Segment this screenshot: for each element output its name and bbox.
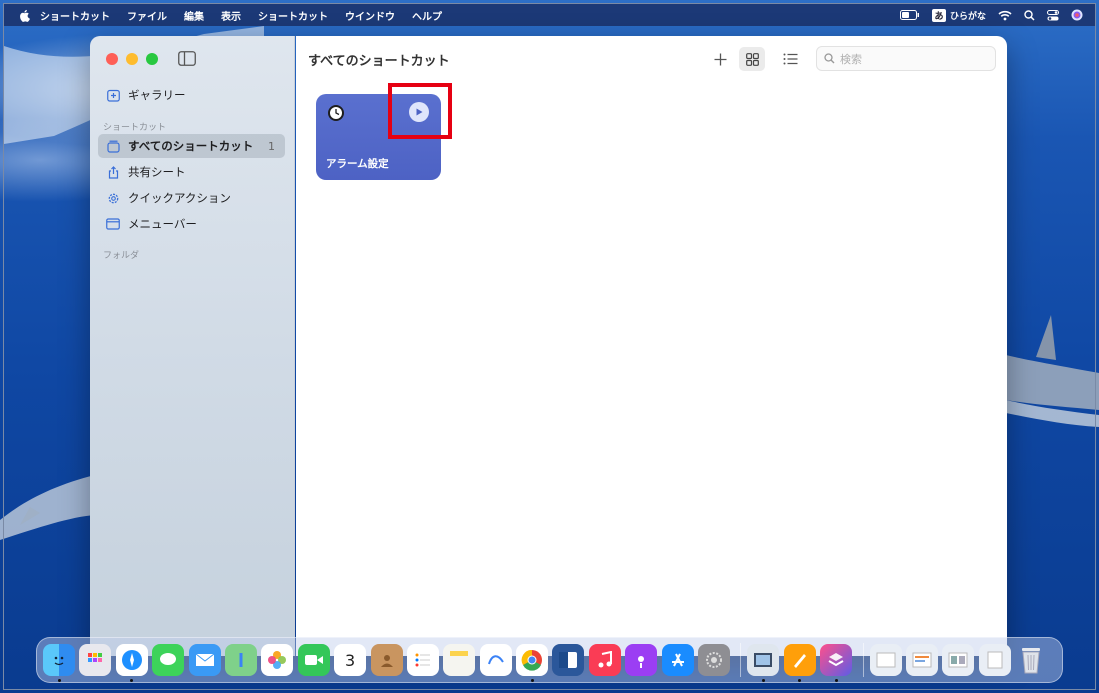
grid-view-button[interactable]: [739, 47, 765, 71]
share-icon: [106, 165, 120, 179]
dock: 3: [36, 637, 1063, 683]
menu-shortcuts[interactable]: ショートカット: [258, 8, 328, 23]
sidebar-toggle-icon[interactable]: [178, 51, 196, 66]
search-icon: [824, 53, 835, 64]
shortcut-count: 1: [268, 139, 275, 153]
running-indicator: [798, 679, 802, 682]
running-indicator: [57, 679, 61, 682]
menu-edit[interactable]: 編集: [184, 8, 204, 23]
dock-separator: [740, 643, 742, 677]
sidebar-item-label: クイックアクション: [128, 191, 231, 205]
dolphin-left-image: [0, 475, 95, 540]
dock-notes-icon[interactable]: [443, 644, 476, 676]
menu-app-name[interactable]: ショートカット: [40, 8, 110, 23]
apple-menu-icon[interactable]: [16, 7, 32, 23]
sidebar-item-label: 共有シート: [128, 165, 186, 179]
search-placeholder: 検索: [840, 52, 862, 66]
sidebar-item-label: ギャラリー: [128, 88, 186, 102]
dock-stack-4-icon[interactable]: [978, 644, 1011, 676]
dock-pages-icon[interactable]: [783, 644, 816, 682]
section-header-folders: フォルダ: [103, 251, 140, 261]
zoom-window-button[interactable]: [146, 53, 158, 65]
gear-icon: [106, 191, 120, 205]
shortcut-title: アラーム設定: [326, 158, 389, 170]
running-indicator: [530, 679, 534, 682]
menu-view[interactable]: 表示: [221, 8, 241, 23]
dock-music-icon[interactable]: [588, 644, 621, 676]
list-view-button[interactable]: [778, 47, 802, 71]
section-header-shortcuts: ショートカット: [103, 123, 167, 133]
sidebar-item-gallery[interactable]: ギャラリー: [98, 83, 285, 107]
sidebar-item-menu-bar[interactable]: メニューバー: [98, 212, 285, 236]
shortcuts-window: ギャラリー ショートカット すべてのショートカット 1 共有シート クイックアク…: [90, 36, 1007, 656]
sidebar-item-label: メニューバー: [128, 217, 197, 231]
dock-chrome-icon[interactable]: [516, 644, 549, 682]
sidebar-item-label: すべてのショートカット: [128, 139, 254, 153]
dock-word-icon[interactable]: [552, 644, 585, 676]
dock-maps-icon[interactable]: [224, 644, 257, 676]
dock-stack-3-icon[interactable]: [942, 644, 975, 676]
grid-icon: [745, 52, 759, 66]
dock-separator: [862, 643, 864, 677]
dock-messages-icon[interactable]: [152, 644, 185, 676]
running-indicator: [130, 679, 134, 682]
close-window-button[interactable]: [106, 53, 118, 65]
dock-finder-icon[interactable]: [43, 644, 75, 682]
input-method-label: ひらがな: [949, 11, 986, 22]
clock-icon: [327, 104, 345, 122]
sidebar-item-quick-actions[interactable]: クイックアクション: [98, 186, 285, 210]
dock-safari-icon[interactable]: [115, 644, 148, 682]
dock-photos-icon[interactable]: [261, 644, 294, 676]
dock-app-store-icon[interactable]: [661, 644, 694, 676]
list-icon: [783, 53, 797, 65]
dock-system-settings-icon[interactable]: [698, 644, 731, 676]
running-indicator: [834, 679, 838, 682]
spotlight-search-icon[interactable]: [1024, 9, 1035, 21]
dock-facetime-icon[interactable]: [297, 644, 330, 676]
minimize-window-button[interactable]: [126, 53, 138, 65]
sidebar-item-all-shortcuts[interactable]: すべてのショートカット 1: [98, 134, 285, 158]
dock-contacts-icon[interactable]: [370, 644, 403, 676]
page-title: すべてのショートカット: [308, 54, 450, 69]
dock-podcasts-icon[interactable]: [625, 644, 658, 676]
add-shortcut-button[interactable]: [710, 47, 730, 71]
menu-bar: ショートカット ファイル 編集 表示 ショートカット ウインドウ ヘルプ あ ひ…: [4, 4, 1095, 26]
window-controls: [106, 53, 166, 65]
calendar-day: 3: [345, 650, 356, 670]
highlight-box: [388, 83, 452, 139]
dock-downloads-stack-icon[interactable]: [869, 644, 902, 676]
dock-launchpad-icon[interactable]: [79, 644, 112, 676]
sidebar: ギャラリー ショートカット すべてのショートカット 1 共有シート クイックアク…: [90, 36, 295, 656]
plus-icon: [714, 53, 726, 65]
dock-shortcuts-icon[interactable]: [820, 644, 853, 682]
battery-icon[interactable]: [899, 10, 920, 20]
wifi-icon[interactable]: [998, 10, 1012, 21]
running-indicator: [761, 679, 765, 682]
menu-window[interactable]: ウインドウ: [345, 8, 395, 23]
input-method-badge: あ: [931, 8, 946, 22]
gallery-icon: [106, 88, 120, 102]
sidebar-item-share-sheet[interactable]: 共有シート: [98, 160, 285, 184]
menu-file[interactable]: ファイル: [127, 8, 167, 23]
dock-calendar-icon[interactable]: 3: [334, 644, 367, 676]
control-center-icon[interactable]: [1047, 9, 1059, 21]
dock-trash-icon[interactable]: [1015, 644, 1047, 676]
dock-mail-icon[interactable]: [188, 644, 221, 676]
menubar-status-area: あ ひらがな: [899, 4, 1095, 26]
dock-freeform-icon[interactable]: [479, 644, 512, 676]
input-method-menu[interactable]: あ ひらがな: [931, 8, 986, 22]
dock-stack-2-icon[interactable]: [905, 644, 938, 676]
dock-reminders-icon[interactable]: [406, 644, 439, 676]
menubar-icon: [106, 217, 120, 231]
menu-help[interactable]: ヘルプ: [412, 8, 442, 23]
dolphin-right-image: [1006, 315, 1099, 427]
siri-icon[interactable]: [1071, 9, 1083, 21]
search-field[interactable]: 検索: [816, 46, 996, 71]
square-stack-icon: [106, 139, 120, 153]
dock-preview-icon[interactable]: [747, 644, 780, 682]
